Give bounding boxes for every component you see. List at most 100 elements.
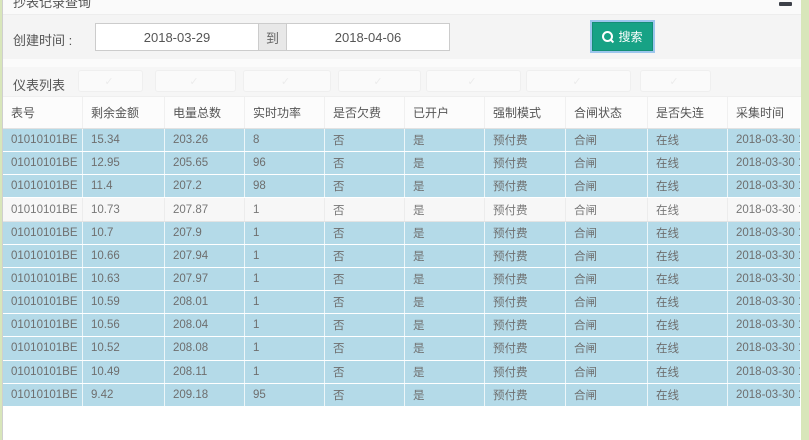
table-cell: 合闸 [566,152,648,174]
table-cell: 01010101BE [3,198,83,220]
table-cell: 1 [245,268,325,290]
table-cell: 在线 [648,175,728,197]
table-cell: 15.34 [83,129,165,151]
table-cell: 预付费 [485,361,566,383]
table-cell: 1 [245,337,325,359]
ghost-action-button[interactable]: ✓ [78,70,143,92]
table-cell: 01010101BE [3,175,83,197]
table-cell: 1 [245,245,325,267]
table-cell: 预付费 [485,175,566,197]
date-range-to-label: 到 [258,24,287,50]
table-cell: 10.59 [83,291,165,313]
column-header: 采集时间 [728,97,800,128]
date-to-input[interactable] [287,24,449,50]
table-cell: 208.11 [165,361,245,383]
table-cell: 10.66 [83,245,165,267]
table-cell: 否 [325,245,405,267]
table-cell: 预付费 [485,268,566,290]
table-cell: 208.08 [165,337,245,359]
table-cell: 合闸 [566,291,648,313]
column-header: 是否欠费 [325,97,405,128]
table-cell: 2018-03-30 15:1 [728,245,800,267]
table-row[interactable]: 01010101BE12.95205.6596否是预付费合闸在线2018-03-… [3,152,800,175]
table-cell: 在线 [648,198,728,220]
table-header-row: 表号剩余金额电量总数实时功率是否欠费已开户强制模式合闸状态是否失连采集时间 [3,97,800,129]
table-cell: 否 [325,337,405,359]
table-row[interactable]: 01010101BE10.52208.081否是预付费合闸在线2018-03-3… [3,337,800,360]
table-cell: 是 [405,314,485,336]
ghost-action-button[interactable]: ✓ [640,70,711,92]
table-cell: 合闸 [566,268,648,290]
ghost-action-button[interactable]: ✓ [526,70,631,92]
ghost-action-button[interactable]: ✓ [426,70,521,92]
meter-table: 表号剩余金额电量总数实时功率是否欠费已开户强制模式合闸状态是否失连采集时间 01… [3,97,800,407]
table-cell: 207.97 [165,268,245,290]
meter-list-header: 仪表列表 ✓✓✓✓✓✓✓ [3,67,801,97]
collapse-minus-icon[interactable] [779,2,792,6]
table-cell: 在线 [648,245,728,267]
search-button[interactable]: 搜索 [592,22,653,51]
table-cell: 是 [405,384,485,406]
table-cell: 预付费 [485,198,566,220]
table-cell: 合闸 [566,175,648,197]
table-row[interactable]: 01010101BE15.34203.268否是预付费合闸在线2018-03-3… [3,129,800,152]
table-cell: 合闸 [566,314,648,336]
table-cell: 否 [325,291,405,313]
table-row[interactable]: 01010101BE10.59208.011否是预付费合闸在线2018-03-3… [3,291,800,314]
ghost-action-button[interactable]: ✓ [155,70,236,92]
date-from-input[interactable] [96,24,258,50]
column-header: 剩余金额 [83,97,165,128]
table-cell: 10.7 [83,222,165,244]
table-row[interactable]: 01010101BE10.66207.941否是预付费合闸在线2018-03-3… [3,245,800,268]
table-cell: 01010101BE [3,384,83,406]
check-icon: ✓ [373,75,382,88]
table-cell: 是 [405,361,485,383]
table-cell: 合闸 [566,198,648,220]
table-row[interactable]: 01010101BE10.63207.971否是预付费合闸在线2018-03-3… [3,268,800,291]
table-cell: 2018-03-30 15:1 [728,291,800,313]
table-cell: 预付费 [485,384,566,406]
table-cell: 2018-03-30 15:1 [728,222,800,244]
table-cell: 10.63 [83,268,165,290]
table-cell: 209.18 [165,384,245,406]
table-cell: 207.94 [165,245,245,267]
table-cell: 207.87 [165,198,245,220]
table-cell: 预付费 [485,314,566,336]
check-icon: ✓ [467,75,476,88]
table-cell: 2018-03-30 15:1 [728,337,800,359]
table-cell: 合闸 [566,384,648,406]
table-cell: 2018-03-30 15:1 [728,198,800,220]
table-cell: 95 [245,384,325,406]
table-cell: 是 [405,129,485,151]
table-cell: 2018-03-30 15:1 [728,361,800,383]
table-cell: 否 [325,361,405,383]
table-cell: 否 [325,152,405,174]
table-row[interactable]: 01010101BE10.49208.111否是预付费合闸在线2018-03-3… [3,361,800,384]
table-cell: 01010101BE [3,337,83,359]
table-row[interactable]: 01010101BE11.4207.298否是预付费合闸在线2018-03-30… [3,175,800,198]
table-row[interactable]: 01010101BE10.73207.871否是预付费合闸在线2018-03-3… [3,198,800,221]
table-cell: 否 [325,384,405,406]
table-cell: 12.95 [83,152,165,174]
table-cell: 在线 [648,337,728,359]
table-cell: 在线 [648,129,728,151]
table-cell: 01010101BE [3,152,83,174]
table-cell: 否 [325,268,405,290]
table-row[interactable]: 01010101BE10.7207.91否是预付费合闸在线2018-03-30 … [3,222,800,245]
date-range-group: 到 [95,23,450,51]
table-cell: 预付费 [485,152,566,174]
table-cell: 是 [405,198,485,220]
form-section-divider [3,59,801,67]
table-body: 01010101BE15.34203.268否是预付费合闸在线2018-03-3… [3,129,800,407]
ghost-action-button[interactable]: ✓ [338,70,421,92]
table-row[interactable]: 01010101BE9.42209.1895否是预付费合闸在线2018-03-3… [3,384,800,407]
table-cell: 在线 [648,222,728,244]
table-row[interactable]: 01010101BE10.56208.041否是预付费合闸在线2018-03-3… [3,314,800,337]
table-cell: 合闸 [566,129,648,151]
ghost-action-button[interactable]: ✓ [243,70,331,92]
table-cell: 10.52 [83,337,165,359]
table-cell: 207.2 [165,175,245,197]
table-cell: 208.04 [165,314,245,336]
table-cell: 10.56 [83,314,165,336]
table-cell: 否 [325,129,405,151]
